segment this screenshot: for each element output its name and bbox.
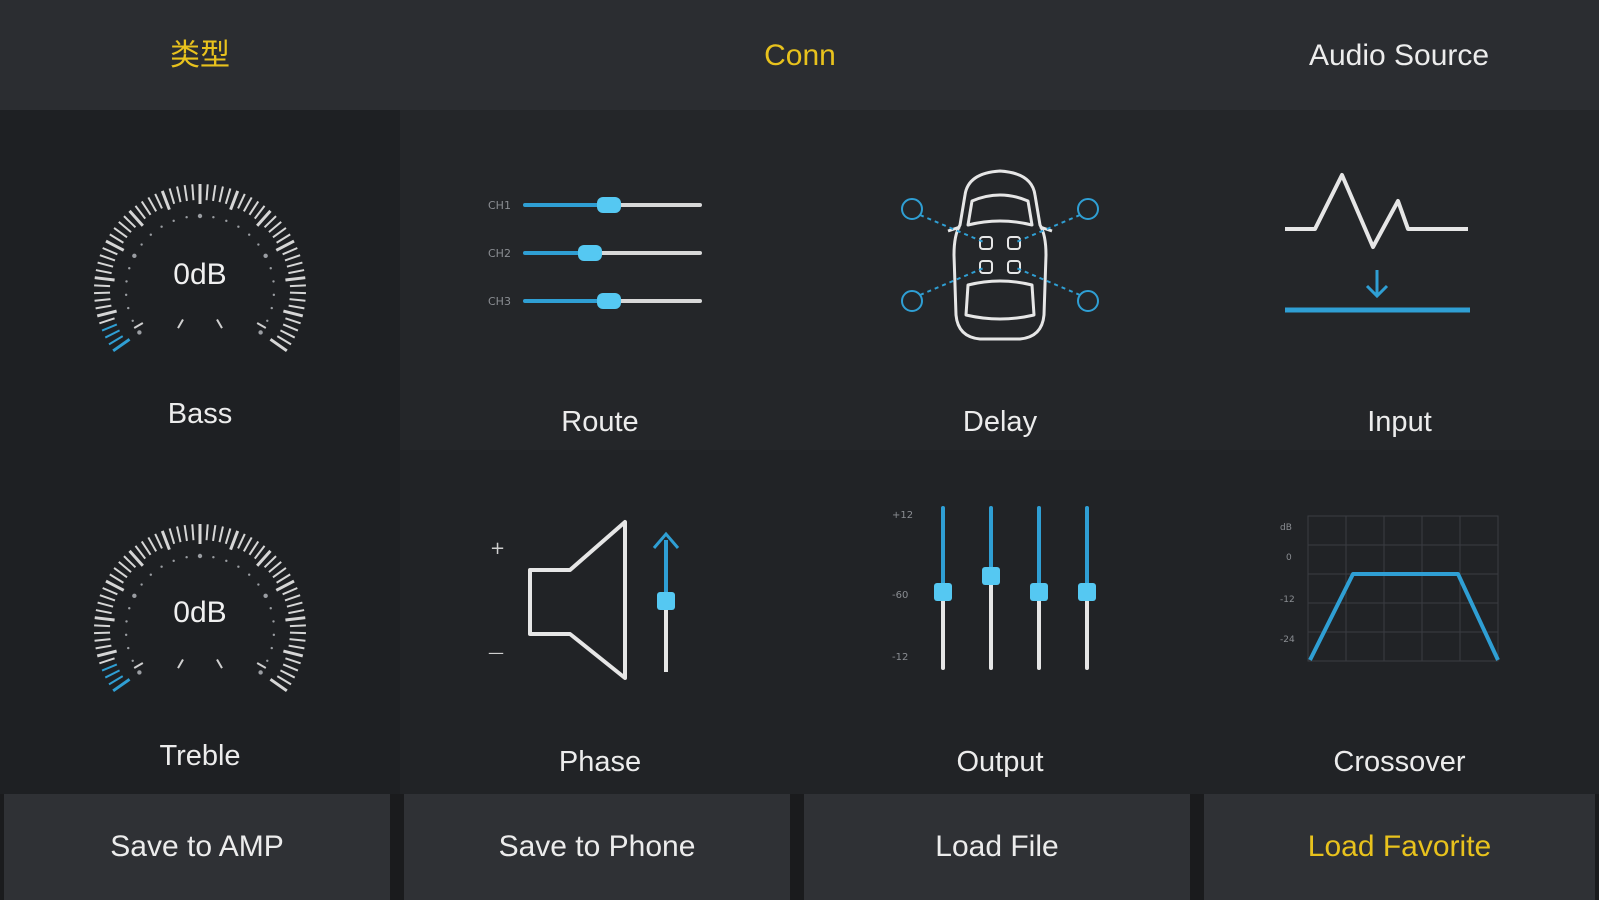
save-to-phone-button[interactable]: Save to Phone xyxy=(404,794,790,900)
treble-gauge-value: 0dB xyxy=(173,596,227,629)
input-level-icon xyxy=(1285,173,1470,313)
output-scale-mid: -60 xyxy=(892,590,908,601)
top-navigation-bar: 类型 Conn Audio Source xyxy=(0,0,1599,110)
bass-tile[interactable]: 0dB Bass xyxy=(0,110,400,450)
speaker-phase-icon: + — xyxy=(488,520,680,680)
crossover-scale-24: -24 xyxy=(1280,635,1295,645)
output-scale-top: +12 xyxy=(892,510,913,521)
crossover-tile[interactable]: dB 0 -12 -24 Crossover xyxy=(1200,450,1599,794)
crossover-scale-12: -12 xyxy=(1280,595,1295,605)
crossover-label: Crossover xyxy=(1333,746,1466,778)
delay-tile[interactable]: Delay xyxy=(800,110,1200,450)
car-speakers-icon xyxy=(901,169,1099,341)
crossover-scale-0: 0 xyxy=(1286,553,1292,563)
treble-tile[interactable]: 0dB Treble xyxy=(0,450,400,794)
load-file-button[interactable]: Load File xyxy=(804,794,1190,900)
route-label: Route xyxy=(561,406,639,438)
crossover-scale-db: dB xyxy=(1280,523,1292,533)
tab-audio-source[interactable]: Audio Source xyxy=(1199,0,1599,110)
bass-gauge-value: 0dB xyxy=(173,258,227,291)
delay-label: Delay xyxy=(962,406,1038,438)
tab-type[interactable]: 类型 xyxy=(0,0,400,110)
load-favorite-button[interactable]: Load Favorite xyxy=(1204,794,1595,900)
crossover-curve-icon: dB 0 -12 -24 xyxy=(1280,515,1500,662)
route-ch3-label: CH3 xyxy=(488,295,511,308)
output-faders-icon: +12 -60 -12 xyxy=(892,506,1096,670)
phase-label: Phase xyxy=(558,746,642,778)
output-scale-bottom: -12 xyxy=(892,652,908,663)
phase-plus-sign: + xyxy=(490,538,505,559)
route-ch1-label: CH1 xyxy=(488,199,511,212)
function-grid: 0dB Bass CH1 CH2 CH3 Route Delay Input 0… xyxy=(0,110,1599,794)
output-tile[interactable]: +12 -60 -12 Output xyxy=(800,450,1200,794)
treble-label: Treble xyxy=(159,740,241,772)
route-sliders-icon: CH1 CH2 CH3 xyxy=(488,197,702,309)
output-label: Output xyxy=(956,746,1044,778)
phase-tile[interactable]: + — Phase xyxy=(400,450,800,794)
save-to-amp-button[interactable]: Save to AMP xyxy=(4,794,390,900)
route-ch2-label: CH2 xyxy=(488,247,511,260)
phase-minus-sign: — xyxy=(488,643,504,662)
input-label: Input xyxy=(1367,406,1432,438)
bottom-action-bar: Save to AMP Save to Phone Load File Load… xyxy=(0,794,1599,900)
route-tile[interactable]: CH1 CH2 CH3 Route xyxy=(400,110,800,450)
tab-conn[interactable]: Conn xyxy=(600,0,1000,110)
input-tile[interactable]: Input xyxy=(1200,110,1599,450)
bass-label: Bass xyxy=(167,398,233,430)
